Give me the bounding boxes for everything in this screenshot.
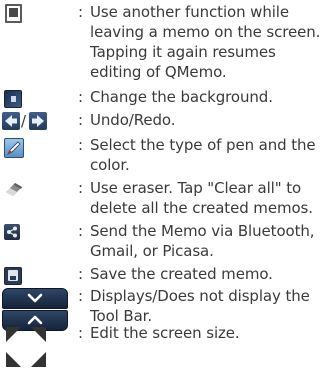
legend-description: Use another function while leaving a mem… xyxy=(90,3,321,81)
legend-colon: : xyxy=(78,179,84,197)
eraser-icon xyxy=(4,181,24,197)
legend-description: Undo/Redo. xyxy=(90,111,176,129)
legend-colon: : xyxy=(78,88,84,106)
legend-description: Save the created memo. xyxy=(90,265,273,283)
save-icon xyxy=(4,267,22,285)
legend-description: Displays/Does not display the Tool Bar. xyxy=(90,287,310,325)
legend-colon: : xyxy=(78,3,84,21)
share-icon xyxy=(4,224,20,240)
legend-description: Select the type of pen and the color. xyxy=(90,136,316,174)
memo-toolbar-legend: : Use another function while leaving a m… xyxy=(0,0,324,373)
pen-icon xyxy=(4,138,24,158)
legend-colon: : xyxy=(78,136,84,154)
undo-redo-separator: / xyxy=(21,112,27,130)
resize-icon xyxy=(4,325,48,369)
legend-colon: : xyxy=(78,265,84,283)
legend-colon: : xyxy=(78,324,84,342)
legend-colon: : xyxy=(78,287,84,305)
legend-description: Change the background. xyxy=(90,88,273,106)
background-icon xyxy=(4,90,22,108)
legend-description: Use eraser. Tap "Clear all" to delete al… xyxy=(90,179,313,217)
legend-colon: : xyxy=(78,222,84,240)
chevron-down-icon xyxy=(2,288,68,309)
redo-icon xyxy=(29,112,47,130)
undo-icon xyxy=(2,112,20,130)
legend-description: Edit the screen size. xyxy=(90,324,240,342)
legend-description: Send the Memo via Bluetooth, Gmail, or P… xyxy=(90,222,315,260)
legend-colon: : xyxy=(78,111,84,129)
